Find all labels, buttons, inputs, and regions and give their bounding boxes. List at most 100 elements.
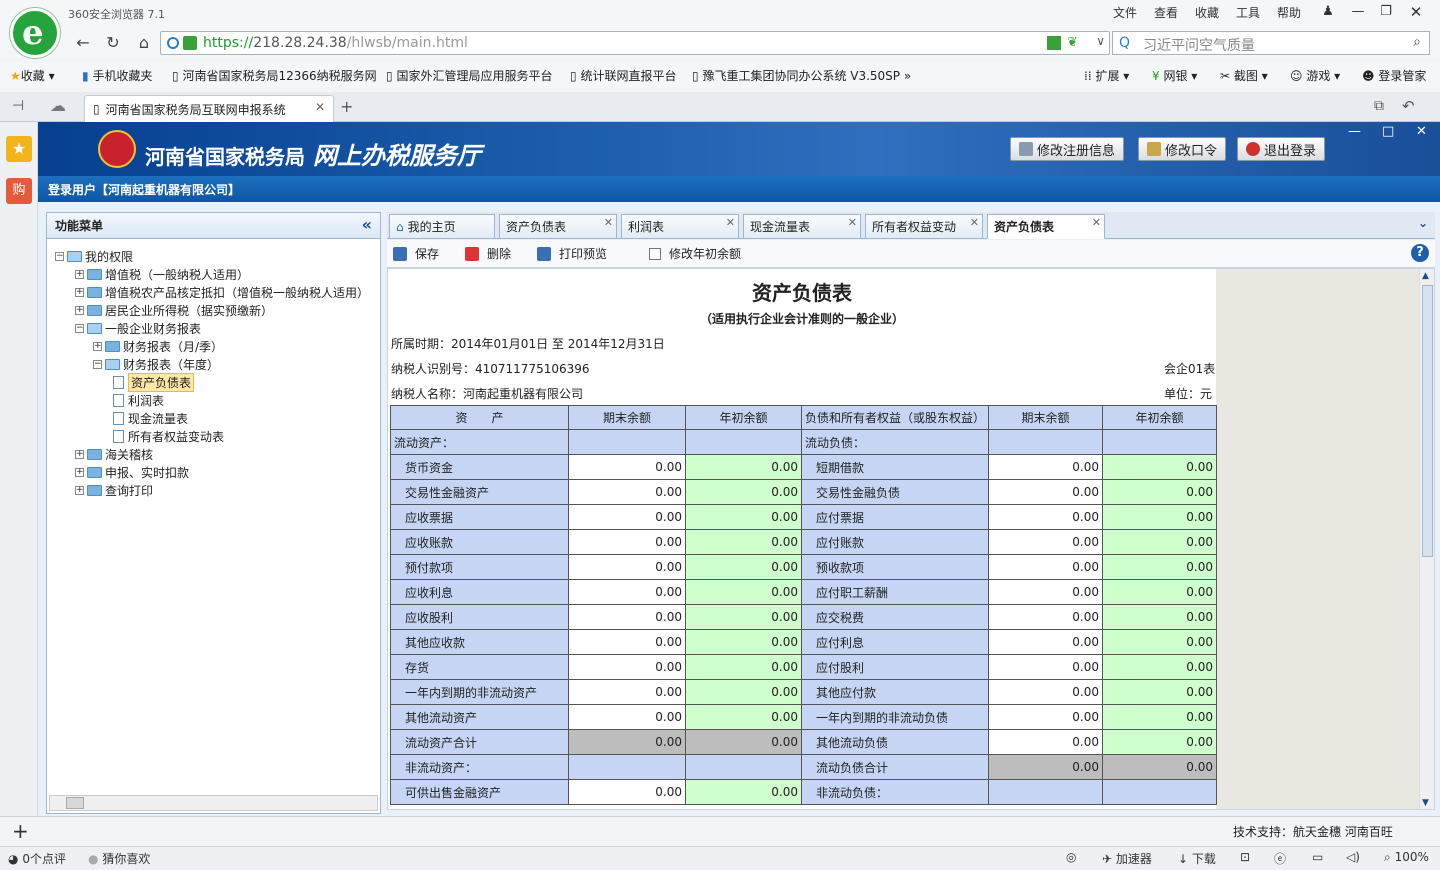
opening-balance-field[interactable]: 0.00 <box>1102 679 1218 705</box>
ending-balance-field[interactable]: 0.00 <box>568 704 686 730</box>
opening-balance-field[interactable]: 0.00 <box>1102 604 1218 630</box>
comments-link[interactable]: ◕ 0个点评 <box>8 850 66 867</box>
qr-code-icon[interactable] <box>1047 36 1061 50</box>
speed-mode-icon[interactable]: ❦ <box>1067 36 1081 50</box>
tree-item[interactable]: + 居民企业所得税（据实预缴新） <box>75 301 273 319</box>
change-password-button[interactable]: 修改口令 <box>1138 137 1227 161</box>
close-tab-icon[interactable]: ✕ <box>1092 216 1101 229</box>
page-close-icon[interactable]: ✕ <box>1416 124 1427 139</box>
menu-tools[interactable]: 工具 <box>1236 4 1260 21</box>
opening-balance-field[interactable]: 0.00 <box>1102 529 1218 555</box>
menu-view[interactable]: 查看 <box>1154 4 1178 21</box>
ie-icon[interactable]: ⓔ <box>1274 850 1286 867</box>
url-input[interactable]: https://218.28.24.38/hlwsb/main.html ❦ ∨ <box>160 31 1110 55</box>
logout-button[interactable]: 退出登录 <box>1237 137 1326 161</box>
page-maximize-icon[interactable]: □ <box>1382 124 1394 139</box>
tab-equity[interactable]: 所有者权益变动 ✕ <box>865 214 983 239</box>
menu-help[interactable]: 帮助 <box>1277 4 1301 21</box>
add-button[interactable]: + <box>12 819 29 843</box>
collapse-icon[interactable]: − <box>93 359 102 369</box>
expand-icon[interactable]: + <box>75 449 84 459</box>
refresh-icon[interactable]: ↻ <box>102 33 124 53</box>
ending-balance-field[interactable]: 0.00 <box>988 729 1104 755</box>
page-minimize-icon[interactable]: — <box>1348 124 1361 139</box>
opening-balance-field[interactable]: 0.00 <box>1102 454 1218 480</box>
tree-item[interactable]: − 财务报表（年度） <box>93 355 219 373</box>
close-window-button[interactable]: ✕ <box>1404 2 1428 22</box>
bookmark-12366[interactable]: ▯ 河南省国家税务局12366纳税服务网 <box>172 67 377 84</box>
browser-tab-active[interactable]: ▯ 河南省国家税务局互联网申报系统 ✕ <box>84 95 334 122</box>
download-button[interactable]: ↓ 下载 <box>1178 850 1216 867</box>
cloud-icon[interactable]: ☁ <box>50 96 66 115</box>
ending-balance-field[interactable]: 0.00 <box>988 579 1104 605</box>
tree-item[interactable]: + 海关稽核 <box>75 445 153 463</box>
bookmark-favorites[interactable]: ★收藏 ▾ <box>10 67 55 84</box>
delete-button[interactable]: 删除 <box>465 245 511 262</box>
favorites-star-icon[interactable]: ★ <box>6 136 32 162</box>
close-tab-icon[interactable]: ✕ <box>604 216 613 229</box>
guess-link[interactable]: ● 猜你喜欢 <box>88 850 150 867</box>
checkbox[interactable] <box>649 247 661 260</box>
tree-item[interactable]: + 财务报表（月/季） <box>93 337 223 355</box>
ending-balance-field[interactable]: 0.00 <box>568 579 686 605</box>
ending-balance-field[interactable]: 0.00 <box>568 504 686 530</box>
opening-balance-field[interactable]: 0.00 <box>685 529 802 555</box>
ebank-button[interactable]: ¥ 网银 ▾ <box>1152 67 1197 84</box>
opening-balance-field[interactable]: 0.00 <box>685 629 802 655</box>
extensions-button[interactable]: ⁞⁞ 扩展 ▾ <box>1084 67 1129 84</box>
ending-balance-field[interactable]: 0.00 <box>988 454 1104 480</box>
collapse-icon[interactable]: « <box>362 215 372 234</box>
expand-icon[interactable]: + <box>75 305 84 315</box>
ending-balance-field[interactable]: 0.00 <box>988 604 1104 630</box>
opening-balance-field[interactable]: 0.00 <box>1102 704 1218 730</box>
ending-balance-field[interactable]: 0.00 <box>568 654 686 680</box>
back-arrow-icon[interactable]: ← <box>72 33 94 53</box>
sidebar-toggle-icon[interactable]: ⊣ <box>12 98 24 114</box>
ending-balance-field[interactable]: 0.00 <box>568 604 686 630</box>
opening-balance-field[interactable]: 0.00 <box>685 779 802 805</box>
expand-icon[interactable]: + <box>93 341 102 351</box>
ending-balance-field[interactable]: 0.00 <box>568 454 686 480</box>
tree-item[interactable]: − 我的权限 <box>55 247 133 265</box>
opening-balance-field[interactable]: 0.00 <box>685 554 802 580</box>
collapse-icon[interactable]: − <box>75 323 84 333</box>
close-tab-icon[interactable]: ✕ <box>848 216 857 229</box>
expand-icon[interactable]: + <box>75 269 84 279</box>
ending-balance-field[interactable]: 0.00 <box>988 479 1104 505</box>
bookmark-stats[interactable]: ▯ 统计联网直报平台 <box>570 67 676 84</box>
tab-income[interactable]: 利润表 ✕ <box>621 214 739 239</box>
tree-item[interactable]: 所有者权益变动表 <box>113 427 224 445</box>
ending-balance-field[interactable]: 0.00 <box>988 679 1104 705</box>
tree-item[interactable]: 资产负债表 <box>113 372 195 392</box>
ending-balance-field[interactable]: 0.00 <box>988 554 1104 580</box>
tree-item[interactable]: 现金流量表 <box>113 409 188 427</box>
shopping-icon[interactable]: 购 <box>6 178 32 204</box>
opening-balance-field[interactable]: 0.00 <box>1102 629 1218 655</box>
games-button[interactable]: ☺ 游戏 ▾ <box>1290 67 1340 84</box>
edit-registration-button[interactable]: 修改注册信息 <box>1010 137 1125 161</box>
ending-balance-field[interactable]: 0.00 <box>568 529 686 555</box>
save-button[interactable]: 保存 <box>393 245 439 262</box>
new-tab-button[interactable]: + <box>340 97 353 116</box>
ending-balance-field[interactable]: 0.00 <box>568 679 686 705</box>
opening-balance-field[interactable]: 0.00 <box>685 704 802 730</box>
search-input[interactable]: Q 习近平问空气质量 ⌕ <box>1112 31 1430 55</box>
scrollbar-thumb[interactable] <box>1422 285 1433 557</box>
ending-balance-field[interactable]: 0.00 <box>988 704 1104 730</box>
tab-balance-sheet-active[interactable]: 资产负债表 ✕ <box>987 214 1105 239</box>
scroll-up-icon[interactable]: ▲ <box>1422 271 1429 281</box>
opening-balance-field[interactable]: 0.00 <box>685 579 802 605</box>
collapse-icon[interactable]: − <box>55 251 64 261</box>
url-dropdown-icon[interactable]: ∨ <box>1096 34 1105 48</box>
menu-favorites[interactable]: 收藏 <box>1195 4 1219 21</box>
vertical-scrollbar[interactable]: ▲ ▼ <box>1419 269 1434 809</box>
bookmark-forex[interactable]: ▯ 国家外汇管理局应用服务平台 <box>386 67 552 84</box>
horizontal-scrollbar[interactable] <box>49 795 378 811</box>
expand-icon[interactable]: + <box>75 287 84 297</box>
skin-icon[interactable]: ♟ <box>1316 2 1340 22</box>
search-icon[interactable]: ⌕ <box>1413 34 1421 50</box>
tab-home[interactable]: ⌂ 我的主页 <box>389 214 495 239</box>
help-icon[interactable]: ? <box>1411 244 1429 262</box>
opening-balance-field[interactable]: 0.00 <box>1102 504 1218 530</box>
ending-balance-field[interactable]: 0.00 <box>568 779 686 805</box>
